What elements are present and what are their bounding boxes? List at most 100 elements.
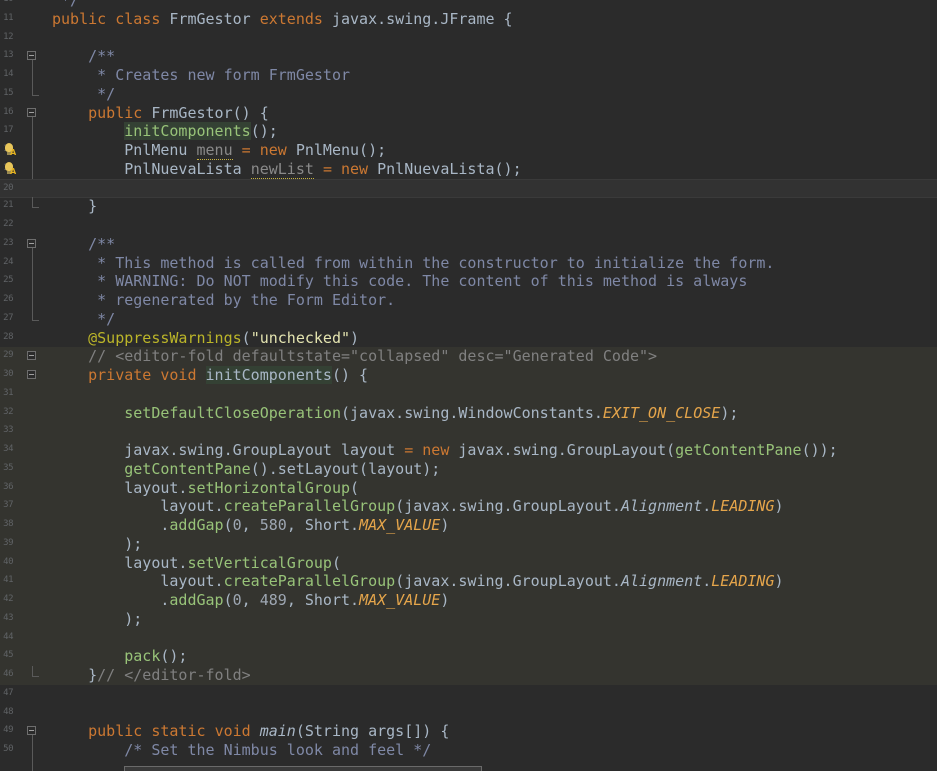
code-text[interactable]: /* Set the Nimbus look and feel */ <box>52 741 431 760</box>
line-number: 48 <box>3 706 13 717</box>
code-line[interactable]: 28 @SuppressWarnings("unchecked") <box>0 329 937 348</box>
code-line[interactable]: 18A PnlMenu menu = new PnlMenu(); <box>0 141 937 160</box>
code-line[interactable]: 34 javax.swing.GroupLayout layout = new … <box>0 441 937 460</box>
line-number: 44 <box>3 631 13 642</box>
code-text[interactable]: */ <box>52 85 115 104</box>
code-line[interactable]: 26 * regenerated by the Form Editor. <box>0 291 937 310</box>
code-text[interactable]: layout.setHorizontalGroup( <box>52 479 359 498</box>
code-line[interactable]: 39 ); <box>0 534 937 554</box>
code-line[interactable]: 33 <box>0 422 937 442</box>
code-text[interactable]: */ <box>52 310 115 329</box>
code-text[interactable]: // <editor-fold defaultstate="collapsed"… <box>52 347 657 366</box>
line-number: 31 <box>3 387 13 398</box>
line-number: 20 <box>3 182 13 193</box>
code-text[interactable]: /** <box>52 47 115 66</box>
code-line[interactable]: 21 } <box>0 197 937 216</box>
code-line[interactable]: 32 setDefaultCloseOperation(javax.swing.… <box>0 403 937 423</box>
line-number: 46 <box>3 669 13 679</box>
code-line[interactable]: 44 <box>0 628 937 648</box>
code-line[interactable]: 15 */ <box>0 84 937 104</box>
code-text[interactable]: public static void main(String args[]) { <box>52 722 449 741</box>
code-text[interactable]: ); <box>52 535 142 554</box>
code-text[interactable]: getContentPane().setLayout(layout); <box>52 460 440 479</box>
code-line[interactable]: 25 * WARNING: Do NOT modify this code. T… <box>0 272 937 291</box>
fold-toggle-icon[interactable] <box>27 238 36 248</box>
code-text[interactable]: * Creates new form FrmGestor <box>52 66 350 85</box>
code-line[interactable]: 42 .addGap(0, 489, Short.MAX_VALUE) <box>0 591 937 610</box>
code-text[interactable]: javax.swing.GroupLayout layout = new jav… <box>52 441 837 460</box>
code-editor[interactable]: 10 */ 11 public class FrmGestor extends ja… <box>0 0 937 771</box>
code-line[interactable]: 45 pack(); <box>0 647 937 667</box>
code-line[interactable]: 10 */ <box>0 0 937 10</box>
line-number: 26 <box>3 294 13 304</box>
code-text[interactable]: ); <box>52 610 142 629</box>
code-line[interactable]: 19A PnlNuevaLista newList = new PnlNueva… <box>0 159 937 179</box>
line-number: 42 <box>3 594 13 604</box>
code-line[interactable]: 49 public static void main(String args[]… <box>0 722 937 741</box>
code-line[interactable]: 43 ); <box>0 609 937 629</box>
code-text[interactable]: public FrmGestor() { <box>52 104 269 123</box>
code-line[interactable]: 48 <box>0 704 937 723</box>
code-text[interactable]: /** <box>52 235 115 254</box>
code-text[interactable]: initComponents(); <box>52 122 278 141</box>
code-text[interactable]: * This method is called from within the … <box>52 254 774 273</box>
code-line[interactable]: 12 <box>0 29 937 48</box>
code-line[interactable]: 11 public class FrmGestor extends javax.s… <box>0 10 937 29</box>
line-number: 33 <box>3 425 13 436</box>
code-line[interactable]: 24 * This method is called from within t… <box>0 254 937 273</box>
code-text[interactable]: setDefaultCloseOperation(javax.swing.Win… <box>52 404 738 423</box>
code-text[interactable]: .addGap(0, 489, Short.MAX_VALUE) <box>52 591 449 610</box>
code-line[interactable]: 35 getContentPane().setLayout(layout); <box>0 459 937 479</box>
fold-toggle-icon[interactable] <box>27 107 36 117</box>
code-line[interactable]: 31 <box>0 384 937 404</box>
code-line[interactable]: 50 /* Set the Nimbus look and feel */ <box>0 741 937 760</box>
code-line[interactable]: 37 layout.createParallelGroup(javax.swin… <box>0 497 937 517</box>
code-text[interactable]: PnlMenu menu = new PnlMenu(); <box>52 141 386 160</box>
warning-lightbulb-icon[interactable]: A <box>1 161 16 177</box>
code-text[interactable]: private void initComponents() { <box>52 366 368 385</box>
code-line[interactable]: 46 }// </editor-fold> <box>0 666 937 685</box>
code-line[interactable]: 30 private void initComponents() { <box>0 366 937 385</box>
code-text[interactable]: * WARNING: Do NOT modify this code. The … <box>52 272 747 291</box>
code-text[interactable]: layout.setVerticalGroup( <box>52 554 341 573</box>
code-line[interactable]: 17 initComponents(); <box>0 122 937 141</box>
code-line[interactable]: 23 /** <box>0 235 937 254</box>
code-text[interactable]: .addGap(0, 580, Short.MAX_VALUE) <box>52 516 449 535</box>
code-text[interactable]: layout.createParallelGroup(javax.swing.G… <box>52 572 783 591</box>
code-line[interactable]: 47 <box>0 685 937 704</box>
line-number: 23 <box>3 237 13 248</box>
code-line[interactable]: 29 // <editor-fold defaultstate="collaps… <box>0 347 937 367</box>
code-completion-popup-edge <box>124 766 482 771</box>
code-line[interactable]: 27 */ <box>0 309 937 329</box>
code-text[interactable]: @SuppressWarnings("unchecked") <box>52 329 359 348</box>
code-line[interactable]: 36 layout.setHorizontalGroup( <box>0 478 937 498</box>
line-number: 40 <box>3 556 13 567</box>
line-number: 43 <box>3 612 13 623</box>
code-text[interactable]: public class FrmGestor extends javax.swi… <box>52 10 513 29</box>
code-text[interactable]: layout.createParallelGroup(javax.swing.G… <box>52 497 783 516</box>
code-line[interactable]: 40 layout.setVerticalGroup( <box>0 553 937 573</box>
code-text[interactable]: }// </editor-fold> <box>52 666 251 685</box>
line-number: 38 <box>3 519 13 529</box>
code-line[interactable]: 41 layout.createParallelGroup(javax.swin… <box>0 572 937 592</box>
line-number: 28 <box>3 331 13 342</box>
code-line[interactable]: 22 <box>0 216 937 235</box>
fold-end-marker <box>32 309 39 321</box>
fold-toggle-icon[interactable] <box>27 51 36 61</box>
line-number: 36 <box>3 481 13 492</box>
code-line[interactable]: 20 <box>0 178 937 198</box>
fold-toggle-icon[interactable] <box>27 370 36 379</box>
code-line[interactable]: 14 * Creates new form FrmGestor <box>0 66 937 85</box>
line-number: 24 <box>3 256 13 267</box>
warning-lightbulb-icon[interactable]: A <box>1 142 16 158</box>
code-line[interactable]: 13 /** <box>0 47 937 66</box>
fold-toggle-icon[interactable] <box>27 351 36 361</box>
code-line[interactable]: 38 .addGap(0, 580, Short.MAX_VALUE) <box>0 516 937 535</box>
code-text[interactable]: } <box>52 197 97 216</box>
code-text[interactable]: */ <box>52 0 79 10</box>
code-text[interactable]: * regenerated by the Form Editor. <box>52 291 395 310</box>
fold-toggle-icon[interactable] <box>27 726 36 736</box>
code-text[interactable]: pack(); <box>52 647 187 666</box>
code-text[interactable]: PnlNuevaLista newList = new PnlNuevaList… <box>52 159 522 179</box>
code-line[interactable]: 16 public FrmGestor() { <box>0 104 937 123</box>
